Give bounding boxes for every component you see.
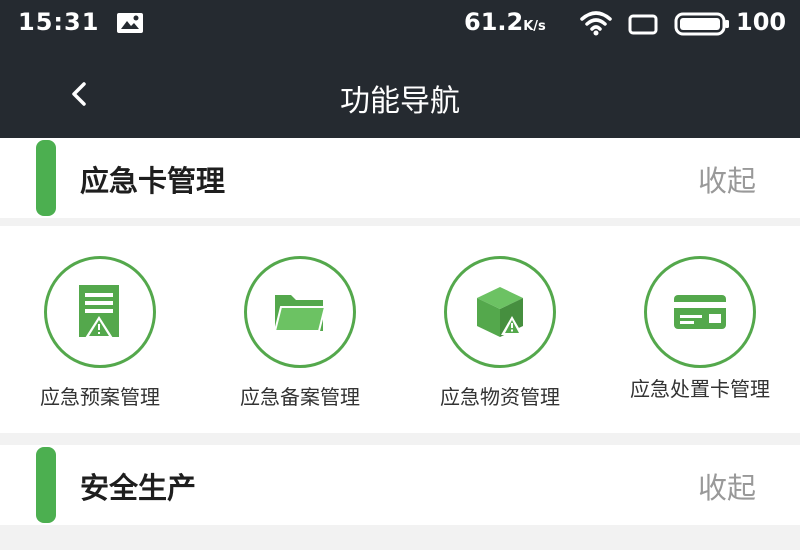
section-accent-bar [36,447,56,523]
icon-circle [244,256,356,368]
section-header-safety-production: 安全生产 收起 [0,445,800,525]
icon-circle [444,256,556,368]
box-warning-icon [477,287,523,337]
section-title: 安全生产 [80,471,197,505]
collapse-button[interactable]: 收起 [698,465,756,507]
card-icon [674,295,726,329]
battery-level: 100 [736,8,787,36]
image-notification-icon [116,12,144,34]
folder-icon [273,295,327,332]
grid-item-emergency-filing[interactable]: 应急备案管理 [200,226,400,433]
network-speed: 61.2K/s [464,8,546,36]
network-speed-unit: K/s [523,19,546,34]
status-time: 15:31 [18,8,100,36]
wifi-icon [580,10,612,36]
network-speed-value: 61.2 [464,8,524,36]
icon-circle [44,256,156,368]
section-header-emergency-card: 应急卡管理 收起 [0,138,800,218]
grid-item-emergency-plan[interactable]: 应急预案管理 [0,226,200,433]
battery-icon [674,11,730,37]
section-title: 应急卡管理 [80,164,226,198]
grid-item-label: 应急预案管理 [40,385,160,409]
grid-item-label: 应急备案管理 [240,385,360,409]
status-bar: 15:31 61.2K/s 100 [0,0,800,48]
grid-item-label: 应急物资管理 [440,385,560,409]
collapse-button[interactable]: 收起 [698,158,756,200]
icon-circle [644,256,756,368]
grid-item-emergency-supplies[interactable]: 应急物资管理 [400,226,600,433]
document-warning-icon [79,285,119,338]
sim-icon [628,13,658,35]
page-title: 功能导航 [340,84,460,119]
section-accent-bar [36,140,56,216]
grid-item-emergency-disposal-card[interactable]: 应急处置卡管理 [600,226,800,433]
function-grid: 应急预案管理 应急备案管理 应急物资管理 应急处置卡管理 [0,226,800,433]
nav-bar: 功能导航 [0,48,800,138]
grid-item-label: 应急处置卡管理 [630,377,770,401]
